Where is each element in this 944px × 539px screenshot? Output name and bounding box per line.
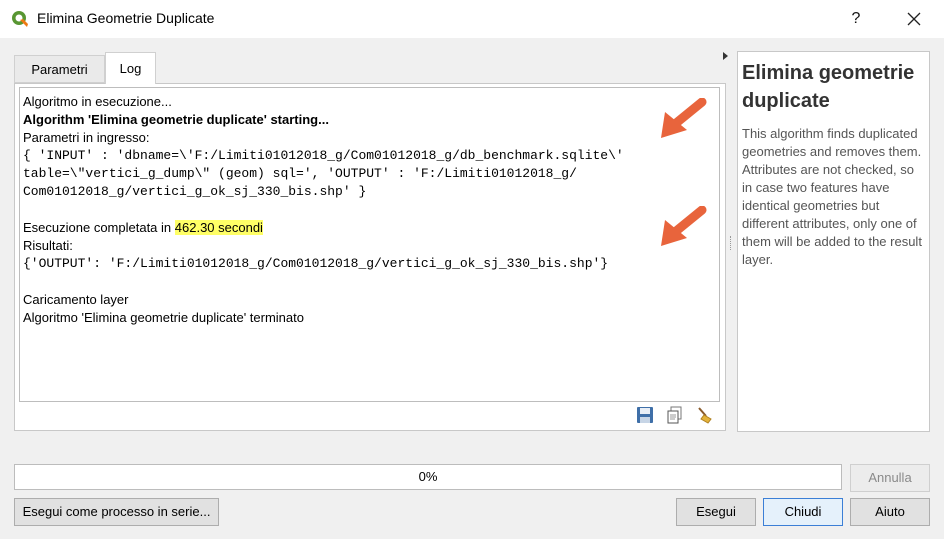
log-text-area[interactable]: Algoritmo in esecuzione... Algorithm 'El…	[19, 87, 720, 402]
progress-text: 0%	[418, 469, 438, 484]
help-panel: Elimina geometrie duplicate This algorit…	[737, 51, 930, 432]
qgis-logo-icon	[12, 11, 28, 27]
broom-icon[interactable]	[696, 406, 714, 424]
log-line: Parametri in ingresso:	[23, 130, 150, 145]
save-icon[interactable]	[636, 406, 654, 424]
copy-icon[interactable]	[666, 406, 684, 424]
window-close-button[interactable]	[892, 4, 936, 34]
log-line: Com01012018_g/vertici_g_ok_sj_330_bis.sh…	[23, 184, 367, 199]
panel-collapse-arrow-icon[interactable]	[723, 52, 728, 60]
title-bar: Elimina Geometrie Duplicate ?	[0, 0, 944, 38]
close-button[interactable]: Chiudi	[763, 498, 843, 526]
annotation-arrow-icon	[661, 98, 707, 138]
window-title: Elimina Geometrie Duplicate	[37, 10, 215, 26]
help-title: Elimina geometrie duplicate	[742, 62, 915, 112]
log-completed-label: Esecuzione completata in	[23, 220, 175, 235]
log-line: Risultati:	[23, 238, 73, 253]
log-line: {'OUTPUT': 'F:/Limiti01012018_g/Com01012…	[23, 256, 609, 271]
log-line: table=\"vertici_g_dump\" (geom) sql=', '…	[23, 166, 577, 181]
log-panel: Algoritmo in esecuzione... Algorithm 'El…	[14, 83, 726, 431]
window-help-button[interactable]: ?	[836, 4, 876, 34]
tab-log[interactable]: Log	[105, 52, 156, 84]
elapsed-time-highlight: 462.30 secondi	[174, 220, 263, 235]
help-button[interactable]: Aiuto	[850, 498, 930, 526]
splitter-handle[interactable]	[730, 236, 733, 250]
log-line: Esecuzione completata in 462.30 secondi	[23, 219, 719, 237]
help-description: This algorithm finds duplicated geometri…	[742, 126, 922, 267]
progress-bar: 0%	[14, 464, 842, 490]
annotation-arrow-icon	[661, 206, 707, 246]
tab-parametri[interactable]: Parametri	[14, 55, 105, 83]
log-line: Algoritmo 'Elimina geometrie duplicate' …	[23, 310, 304, 325]
close-icon	[907, 12, 921, 26]
batch-process-button[interactable]: Esegui come processo in serie...	[14, 498, 219, 526]
log-line: { 'INPUT' : 'dbname=\'F:/Limiti01012018_…	[23, 148, 624, 163]
log-line: Algorithm 'Elimina geometrie duplicate' …	[23, 112, 329, 127]
log-line: Caricamento layer	[23, 292, 129, 307]
log-line: Algoritmo in esecuzione...	[23, 94, 172, 109]
run-button[interactable]: Esegui	[676, 498, 756, 526]
cancel-button[interactable]: Annulla	[850, 464, 930, 492]
